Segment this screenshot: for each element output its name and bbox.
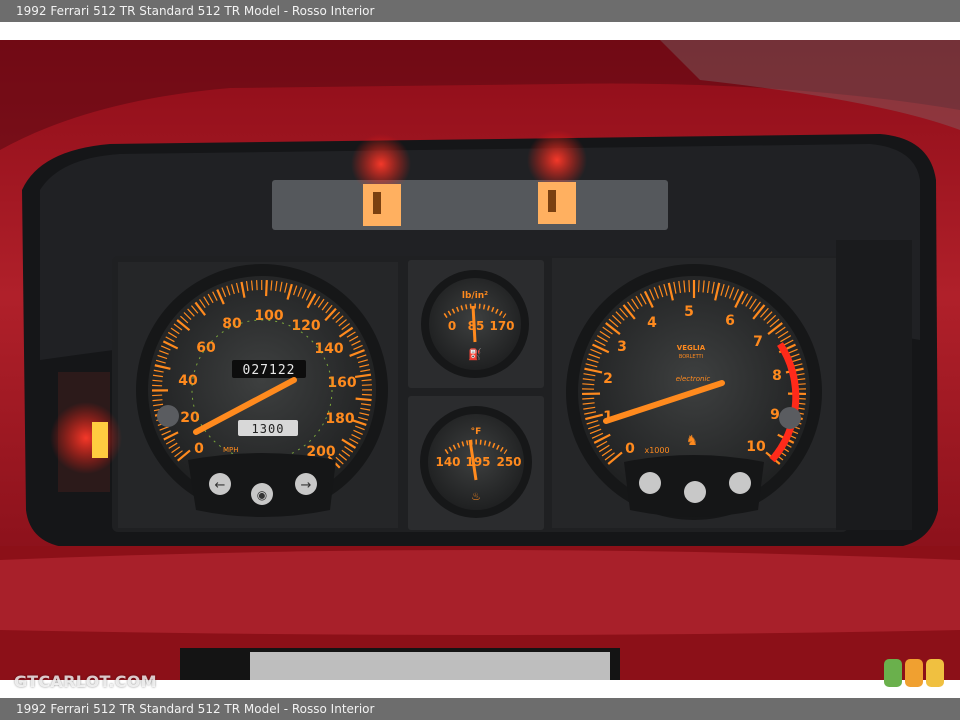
brake-indicator-icon — [684, 481, 706, 503]
speed-label: 120 — [291, 318, 320, 334]
fuel-indicator-icon — [639, 472, 661, 494]
tach-label: 2 — [603, 371, 613, 387]
speed-unit: MPH — [223, 446, 239, 454]
instrument-cluster-photo: 0 20 40 60 80 100 120 140 160 180 200 MP… — [0, 40, 960, 680]
caption-bar-bottom: 1992 Ferrari 512 TR Standard 512 TR Mode… — [0, 698, 960, 720]
gauge-tick — [265, 280, 268, 297]
prancing-horse-icon: ♞ — [686, 433, 699, 449]
trip-odometer: 1300 — [252, 422, 285, 436]
oil-can-icon: ⛽ — [468, 348, 482, 361]
svg-text:→: → — [301, 478, 312, 493]
tach-inner-text: electronic — [676, 375, 711, 383]
caption-text-bottom: 1992 Ferrari 512 TR Standard 512 TR Mode… — [16, 702, 375, 716]
gauge-tick — [152, 394, 163, 397]
rating-lights — [884, 659, 946, 687]
tach-label: 8 — [772, 368, 782, 384]
tach-label: 10 — [746, 439, 766, 455]
speed-label: 180 — [325, 411, 354, 427]
tach-label: 5 — [684, 304, 694, 320]
tach-label: 9 — [770, 407, 780, 423]
site-watermark: GTCARLOT.COM — [14, 672, 157, 691]
svg-text:◉: ◉ — [257, 488, 267, 502]
gauge-tick — [355, 397, 372, 402]
oil-label: 170 — [489, 319, 514, 333]
water-temp-gauge: °F 140 195 250 ♨ — [420, 406, 532, 518]
oil-pressure-gauge: lb/in² 0 85 170 ⛽ — [421, 270, 529, 378]
speed-label: 60 — [196, 340, 216, 356]
rating-light-green — [884, 659, 902, 687]
speed-label: 140 — [314, 341, 343, 357]
svg-text:←: ← — [215, 478, 226, 493]
speed-label: 100 — [254, 308, 283, 324]
speed-label: 80 — [222, 316, 242, 332]
speed-label: 20 — [180, 410, 200, 426]
temp-unit: °F — [471, 427, 482, 437]
speed-label: 0 — [194, 441, 204, 457]
caption-bar-top: 1992 Ferrari 512 TR Standard 512 TR Mode… — [0, 0, 960, 22]
tach-scale-note: x1000 — [644, 446, 669, 455]
odometer: 027122 — [243, 363, 296, 378]
rating-light-orange — [905, 659, 923, 687]
tachometer: 0 1 2 3 4 5 6 7 8 9 10 x1000 VEGLIA BORL… — [566, 264, 822, 520]
tach-brand: VEGLIA — [677, 344, 706, 352]
rating-light-yellow — [926, 659, 944, 687]
oil-label: 0 — [448, 319, 456, 333]
tach-brand-sub: BORLETTI — [679, 354, 703, 360]
tach-label: 6 — [725, 313, 735, 329]
coolant-icon: ♨ — [471, 490, 481, 503]
tach-label: 7 — [753, 334, 763, 350]
temp-label: 140 — [435, 455, 460, 469]
caption-text-top: 1992 Ferrari 512 TR Standard 512 TR Mode… — [16, 4, 375, 18]
speed-label: 160 — [327, 375, 356, 391]
speed-label: 40 — [178, 373, 198, 389]
oil-unit: lb/in² — [462, 291, 488, 301]
tach-label: 4 — [647, 315, 657, 331]
gauge-tick — [582, 397, 595, 400]
gauge-tick — [697, 280, 700, 293]
oil-label: 85 — [468, 319, 485, 333]
tach-label: 3 — [617, 339, 627, 355]
speedometer: 0 20 40 60 80 100 120 140 160 180 200 MP… — [136, 264, 388, 517]
temp-label: 195 — [465, 455, 490, 469]
battery-indicator-icon — [729, 472, 751, 494]
tach-label: 0 — [625, 441, 635, 457]
gauge-tick — [688, 280, 691, 293]
temp-label: 250 — [496, 455, 521, 469]
